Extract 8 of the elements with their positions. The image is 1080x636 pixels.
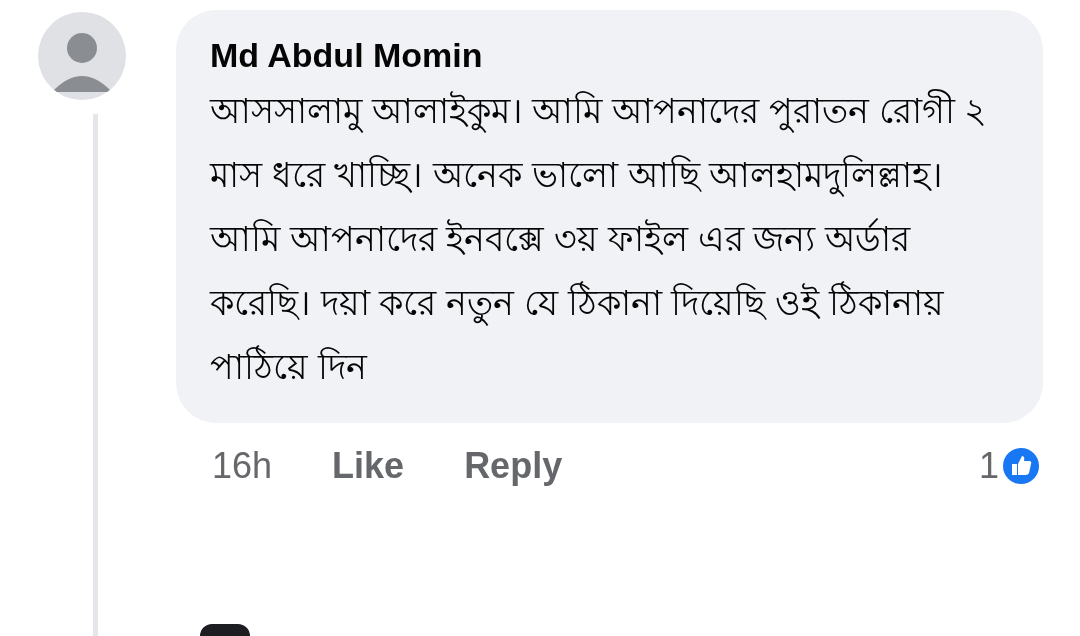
action-link[interactable]: Reply (464, 445, 563, 487)
author-name[interactable]: Md Abdul Momin (210, 36, 1009, 75)
comment-text: আসসালামু আলাইকুম। আমি আপনাদের পুরাতন রোগী ২ মাস ধরে খাচ্ছি। অনেক ভালো আছি আলহামদুলিল্লাহ। আমি আপনাদের ইনবক্সে ৩য় ফাইল এর জন্য অর্ডার করেছি। দয়া করে নতুন যে ঠিকানা দিয়েছি ওই ঠিকানায় পাঠিয়ে দিন (210, 88, 989, 388)
reaction-count[interactable]: 1 (978, 445, 999, 487)
like-reaction-icon[interactable] (1001, 446, 1041, 486)
timestamp[interactable]: 16h (212, 445, 273, 487)
avatar[interactable] (200, 624, 250, 636)
action-link[interactable]: Like (332, 445, 405, 487)
